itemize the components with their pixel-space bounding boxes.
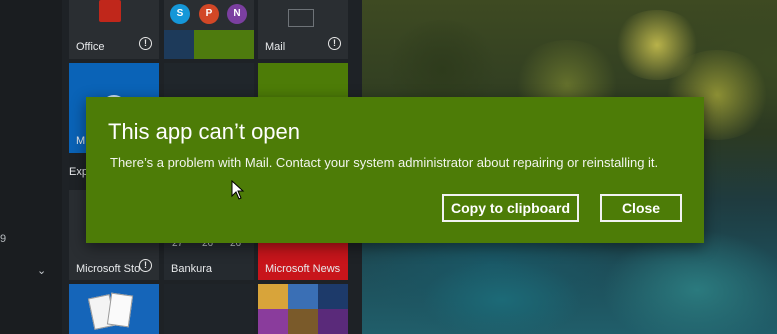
onedrive-icon [164, 30, 194, 59]
info-icon: ! [139, 259, 152, 272]
error-dialog: This app can’t open There’s a problem wi… [86, 97, 704, 243]
onenote-icon: N [227, 4, 247, 24]
tile-green-block [194, 30, 254, 59]
info-icon: ! [139, 37, 152, 50]
tile-skype-office-group[interactable]: S P N [164, 0, 254, 59]
tile-empty[interactable] [164, 284, 254, 334]
game-icon [288, 309, 318, 334]
games-collage-icon [258, 284, 288, 309]
game-icon [288, 284, 318, 309]
tile-play-collage[interactable] [258, 284, 348, 334]
mouse-cursor-icon [231, 180, 245, 200]
game-icon [318, 284, 348, 309]
game-icon [258, 309, 288, 334]
mail-icon [288, 9, 314, 27]
tile-mail[interactable]: Mail ! [258, 0, 348, 59]
game-icon [318, 309, 348, 334]
copy-to-clipboard-button[interactable]: Copy to clipboard [442, 194, 579, 222]
powerpoint-icon: P [199, 4, 219, 24]
tile-mail-label: Mail [265, 41, 286, 53]
tile-solitaire[interactable] [69, 284, 159, 334]
dialog-message: There’s a problem with Mail. Contact you… [110, 155, 659, 170]
info-icon: ! [328, 37, 341, 50]
tile-store-label: Microsoft Sto [76, 263, 141, 275]
start-nav-rail: 9 ⌄ [0, 0, 62, 334]
office-icon [99, 0, 121, 22]
chevron-down-icon[interactable]: ⌄ [37, 264, 46, 277]
rail-partial-text: 9 [0, 233, 7, 245]
tile-office-label: Office [76, 41, 105, 53]
close-button[interactable]: Close [600, 194, 682, 222]
tile-weather-label: Bankura [171, 263, 212, 275]
tile-office[interactable]: Office ! [69, 0, 159, 59]
tile-edge-label: M [76, 135, 86, 147]
tile-news-label: Microsoft News [265, 263, 341, 275]
dialog-title: This app can’t open [108, 119, 301, 144]
skype-icon: S [170, 4, 190, 24]
card-icon [106, 292, 134, 328]
